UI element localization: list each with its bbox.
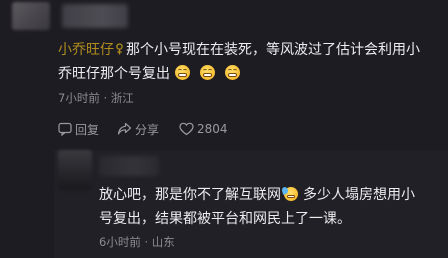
- share-icon: [117, 122, 132, 135]
- comment-text: 小乔旺仔 那个小号现在在装死，等风波过了估计会利用小乔旺仔那个号复出: [58, 38, 442, 86]
- reply-time: 6小时前: [99, 235, 141, 249]
- comment-thread: 小乔旺仔 那个小号现在在装死，等风波过了估计会利用小乔旺仔那个号复出 7小时前 ·…: [0, 0, 448, 258]
- comment-meta: 7小时前 · 浙江: [58, 90, 134, 106]
- reply-text-line2: 号复出，结果都被平台和网民上了一课。: [99, 211, 351, 227]
- comment-actions: 回复 分享 2804: [58, 120, 228, 138]
- reply-location: 山东: [151, 235, 175, 249]
- reply-meta: 6小时前 · 山东: [99, 234, 175, 250]
- reply-text-part1: 放心吧，那是你不了解互联网: [99, 187, 281, 203]
- comment-bubble-icon: [58, 122, 72, 136]
- avatar[interactable]: [12, 2, 50, 30]
- reply-button[interactable]: 回复: [58, 121, 99, 138]
- grin-icon: [225, 65, 240, 80]
- comment-location: 浙江: [110, 91, 134, 105]
- meta-separator: ·: [103, 91, 111, 105]
- grin-icon: [175, 65, 190, 80]
- female-icon: [116, 43, 123, 55]
- comment-text-line1: 那个小号现在在装死，等风波过了估计会利用小: [126, 42, 420, 58]
- reply-avatar[interactable]: [58, 150, 92, 190]
- username-redacted[interactable]: [62, 4, 128, 28]
- meta-separator: ·: [144, 235, 152, 249]
- like-count: 2804: [197, 122, 228, 136]
- heart-icon: [179, 122, 194, 136]
- reply-label: 回复: [75, 122, 100, 137]
- mention-link[interactable]: 小乔旺仔: [58, 42, 114, 58]
- sweat-smile-icon: [280, 186, 298, 201]
- share-label: 分享: [135, 122, 160, 137]
- like-button[interactable]: 2804: [179, 122, 228, 136]
- comment-text-line2: 乔旺仔那个号复出: [58, 66, 170, 82]
- reply-username-redacted[interactable]: [99, 156, 159, 176]
- reply-text: 放心吧，那是你不了解互联网 多少人塌房想用小号复出，结果都被平台和网民上了一课。: [99, 183, 444, 231]
- share-button[interactable]: 分享: [117, 121, 159, 138]
- grin-icon: [200, 65, 215, 80]
- comment-time: 7小时前: [58, 91, 100, 105]
- reply-text-part2: 多少人塌房想用小: [303, 187, 415, 203]
